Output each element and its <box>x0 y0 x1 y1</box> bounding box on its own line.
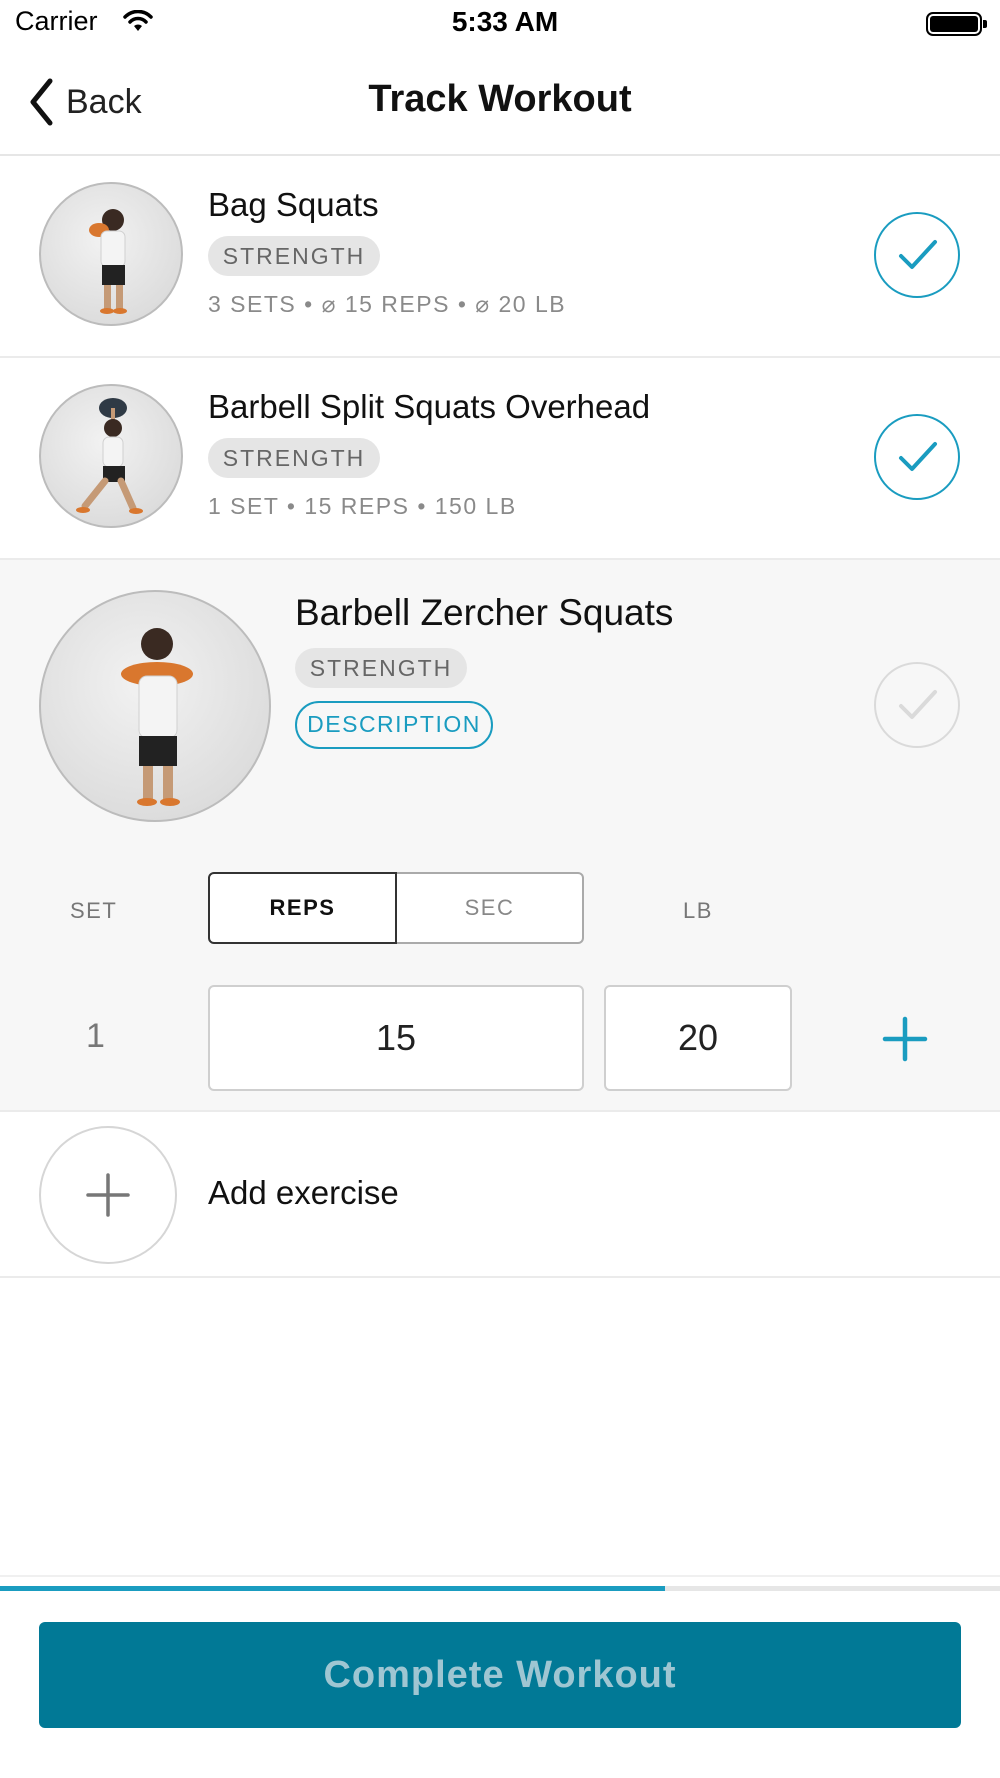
exercise-summary: 1 SET • 15 REPS • 150 LB <box>208 493 517 519</box>
navigation-bar: Back Track Workout <box>0 50 1000 156</box>
battery-icon <box>926 12 987 36</box>
add-set-button[interactable] <box>882 1016 928 1067</box>
plus-icon <box>86 1173 130 1217</box>
set-number: 1 <box>86 1017 105 1055</box>
exercise-name: Barbell Zercher Squats <box>295 592 674 633</box>
reps-tab[interactable]: REPS <box>208 872 397 944</box>
checkmark-icon <box>899 442 937 471</box>
weight-input[interactable]: 20 <box>604 985 792 1091</box>
checkmark-icon <box>899 690 937 719</box>
workout-progress-fill <box>0 1586 665 1591</box>
complete-toggle[interactable] <box>874 662 960 748</box>
add-exercise-label: Add exercise <box>208 1174 399 1211</box>
description-button[interactable]: DESCRIPTION <box>295 701 493 749</box>
complete-toggle[interactable] <box>874 212 960 298</box>
complete-workout-button[interactable]: Complete Workout <box>39 1622 961 1728</box>
category-tag: STRENGTH <box>295 648 467 688</box>
exercise-name: Bag Squats <box>208 186 379 223</box>
exercise-name: Barbell Split Squats Overhead <box>208 388 651 425</box>
complete-toggle[interactable] <box>874 414 960 500</box>
clock: 5:33 AM <box>451 6 559 37</box>
weight-column-header: LB <box>683 898 713 923</box>
category-tag: STRENGTH <box>208 236 380 276</box>
workout-progress-bar <box>0 1586 1000 1591</box>
reps-input[interactable]: 15 <box>208 985 584 1091</box>
category-tag: STRENGTH <box>208 438 380 478</box>
exercise-thumbnail <box>39 182 183 326</box>
checkmark-icon <box>899 240 937 269</box>
divider <box>0 1575 1000 1577</box>
status-bar: Carrier 5:33 AM <box>0 0 1000 50</box>
add-exercise-row[interactable]: Add exercise <box>0 1112 1000 1278</box>
exercise-thumbnail <box>39 590 271 822</box>
reps-sec-segmented-control: REPS SEC <box>208 872 584 944</box>
plus-icon <box>882 1016 928 1062</box>
exercise-row-barbell-split-squats[interactable]: Barbell Split Squats Overhead STRENGTH 1… <box>0 358 1000 560</box>
sec-tab[interactable]: SEC <box>397 872 584 944</box>
exercise-summary: 3 SETS • ⌀ 15 REPS • ⌀ 20 LB <box>208 291 567 317</box>
add-exercise-circle <box>39 1126 177 1264</box>
set-column-header: SET <box>70 898 118 923</box>
exercise-thumbnail <box>39 384 183 528</box>
exercise-row-bag-squats[interactable]: Bag Squats STRENGTH 3 SETS • ⌀ 15 REPS •… <box>0 156 1000 358</box>
page-title: Track Workout <box>368 78 632 120</box>
